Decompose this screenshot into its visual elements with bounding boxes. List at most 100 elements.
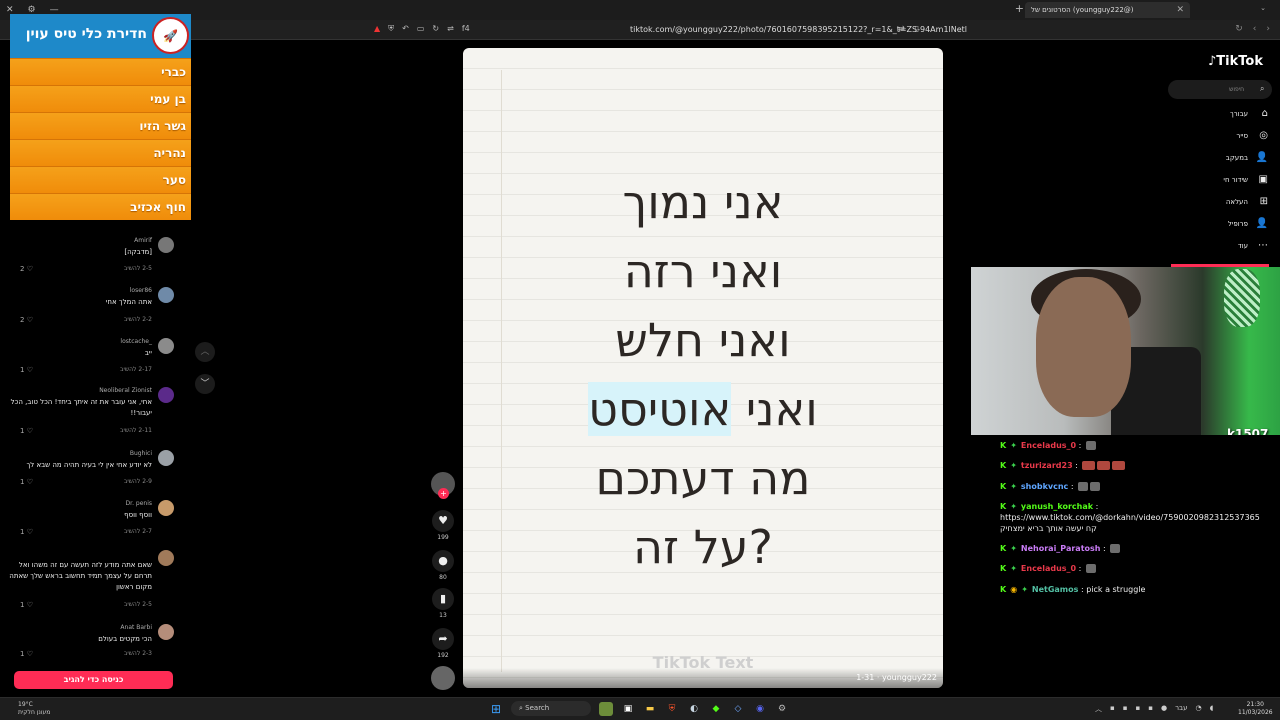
share-icon[interactable]: ⇄ <box>898 24 905 33</box>
new-tab-button[interactable]: + <box>1015 2 1024 15</box>
login-to-comment-button[interactable]: כניסה כדי להגיב <box>14 671 173 689</box>
comment-like-count[interactable]: 1 ♡ <box>20 478 33 486</box>
author-avatar-wrap[interactable]: + <box>430 472 456 499</box>
comment-like-count[interactable]: 1 ♡ <box>20 366 33 374</box>
previous-post-icon[interactable]: ︿ <box>195 342 215 362</box>
heart-icon[interactable]: ♡ <box>27 265 33 273</box>
chat-username[interactable]: tzurizard23 <box>1021 461 1073 470</box>
avatar[interactable] <box>158 500 174 516</box>
back-icon[interactable]: ↶ <box>402 24 409 34</box>
forward-arrow-icon[interactable]: › <box>1266 24 1270 34</box>
volume-icon[interactable]: ◖ <box>1210 704 1214 714</box>
tab-close-icon[interactable]: ✕ <box>1176 5 1184 15</box>
browser-tab-active[interactable]: ✕ (@youngguy222) הסרטונים של <box>1025 2 1190 18</box>
windows-start-icon[interactable]: ⊞ <box>489 702 503 716</box>
nav-item-upload[interactable]: העלאה ⊞ <box>1180 194 1270 214</box>
search-icon[interactable]: ⌕ <box>1260 84 1264 94</box>
comment-username[interactable]: Anat Barbi <box>120 624 152 631</box>
app-icon[interactable]: ◆ <box>709 702 723 716</box>
screenshot-icon[interactable]: ▭ <box>417 24 425 34</box>
avatar[interactable] <box>158 624 174 640</box>
comment-action[interactable]: ● 80 <box>430 550 456 581</box>
extension-badge[interactable]: f4 <box>462 24 470 34</box>
taskbar-clock[interactable]: 21:30 11/03/2026 <box>1238 701 1273 717</box>
refresh-icon[interactable]: ↻ <box>1235 24 1243 34</box>
settings-icon[interactable]: ⚙ <box>775 702 789 716</box>
nav-item-explore[interactable]: סייר ◎ <box>1180 128 1270 148</box>
chat-link[interactable]: https://www.tiktok.com/@dorkahn/video/75… <box>1000 512 1278 523</box>
tray-app-icon[interactable]: ▪ <box>1148 704 1153 714</box>
file-explorer-icon[interactable]: ▬ <box>643 702 657 716</box>
chat-username[interactable]: shobkvcnc <box>1021 482 1068 491</box>
nav-item-for-you[interactable]: עבורך ⌂ <box>1180 106 1270 126</box>
chat-username[interactable]: Enceladus_0 <box>1021 441 1076 450</box>
tiktok-logo[interactable]: ♪TikTok <box>1208 54 1263 69</box>
comment-like-count[interactable]: 2 ♡ <box>20 316 33 324</box>
comment-bubble-icon[interactable]: ● <box>432 550 454 572</box>
microphone-icon[interactable]: ● <box>1161 704 1167 714</box>
sound-disc[interactable] <box>430 666 456 690</box>
chat-username[interactable]: Nehorai_Paratosh <box>1021 544 1101 553</box>
comment-like-count[interactable]: 1 ♡ <box>20 650 33 658</box>
steam-icon[interactable]: ◐ <box>687 702 701 716</box>
back-arrow-icon[interactable]: ‹ <box>1253 24 1257 34</box>
heart-icon[interactable]: ♥ <box>432 510 454 532</box>
comment-like-count[interactable]: 2 ♡ <box>20 265 33 273</box>
post-meta[interactable]: 1-31 · youngguy222 <box>856 673 937 682</box>
tray-app-icon[interactable]: ▪ <box>1110 704 1115 714</box>
weather-widget[interactable]: 19°C מעונן חלקית <box>18 701 50 717</box>
taskbar-search[interactable]: ⌕ Search <box>511 701 591 716</box>
nav-item-following[interactable]: במעקב 👤 <box>1180 150 1270 170</box>
reply-link[interactable]: להשיב <box>120 366 136 373</box>
comment-username[interactable]: Bughici <box>130 450 152 457</box>
like-action[interactable]: ♥ 199 <box>430 510 456 541</box>
shield-icon[interactable]: ⛨ <box>388 24 394 34</box>
author-avatar[interactable]: + <box>431 472 455 499</box>
comment-like-count[interactable]: 1 ♡ <box>20 601 33 609</box>
chat-username[interactable]: yanush_korchak <box>1021 502 1093 511</box>
music-disc-icon[interactable] <box>431 666 455 690</box>
task-view-icon[interactable]: ▣ <box>621 702 635 716</box>
avatar[interactable] <box>158 338 174 354</box>
comment-username[interactable]: Dr. penis <box>126 500 152 507</box>
avatar[interactable] <box>158 450 174 466</box>
comment-username[interactable]: loser86 <box>130 287 152 294</box>
bookmark-icon[interactable]: ▮ <box>432 588 454 610</box>
reply-link[interactable]: להשיב <box>124 650 140 657</box>
language-indicator[interactable]: עבר <box>1175 704 1187 714</box>
reload-icon[interactable]: ↻ <box>432 24 439 34</box>
share-action[interactable]: ➦ 192 <box>430 628 456 659</box>
heart-icon[interactable]: ♡ <box>27 528 33 536</box>
avatar[interactable] <box>158 287 174 303</box>
share-arrow-icon[interactable]: ➦ <box>432 628 454 650</box>
brave-browser-icon[interactable]: ⛨ <box>665 702 679 716</box>
avatar[interactable] <box>158 387 174 403</box>
app-icon[interactable]: ◇ <box>731 702 745 716</box>
discord-icon[interactable]: ◉ <box>753 702 767 716</box>
heart-icon[interactable]: ♡ <box>27 427 33 435</box>
reply-link[interactable]: להשיב <box>124 528 140 535</box>
next-post-icon[interactable]: ﹀ <box>195 374 215 394</box>
post-image[interactable]: אני נמוך ואני רזה ואני חלש ואני אוטיסט מ… <box>463 48 943 688</box>
bookmark-icon[interactable]: ▯ <box>915 24 919 33</box>
comment-like-count[interactable]: 1 ♡ <box>20 427 33 435</box>
network-icon[interactable]: ◔ <box>1196 704 1202 714</box>
follow-plus-icon[interactable]: + <box>438 488 449 499</box>
reply-link[interactable]: להשיב <box>120 427 136 434</box>
heart-icon[interactable]: ♡ <box>27 478 33 486</box>
widget-icon[interactable] <box>599 701 613 716</box>
reply-link[interactable]: להשיב <box>124 316 140 323</box>
comment-username[interactable]: Amirif <box>134 237 152 244</box>
heart-icon[interactable]: ♡ <box>27 366 33 374</box>
reply-link[interactable]: להשיב <box>124 478 140 485</box>
nav-item-more[interactable]: עוד ⋯ <box>1180 238 1270 258</box>
save-action[interactable]: ▮ 13 <box>430 588 456 619</box>
comment-username[interactable]: Neoliberal Zionist <box>99 387 152 394</box>
nav-item-live[interactable]: שידור חי ▣ <box>1180 172 1270 192</box>
avatar[interactable] <box>158 237 174 253</box>
chat-username[interactable]: NetGamos <box>1032 585 1079 594</box>
comment-username[interactable]: _lostcache <box>120 338 152 345</box>
reply-link[interactable]: להשיב <box>124 265 140 272</box>
comment-like-count[interactable]: 1 ♡ <box>20 528 33 536</box>
heart-icon[interactable]: ♡ <box>27 650 33 658</box>
